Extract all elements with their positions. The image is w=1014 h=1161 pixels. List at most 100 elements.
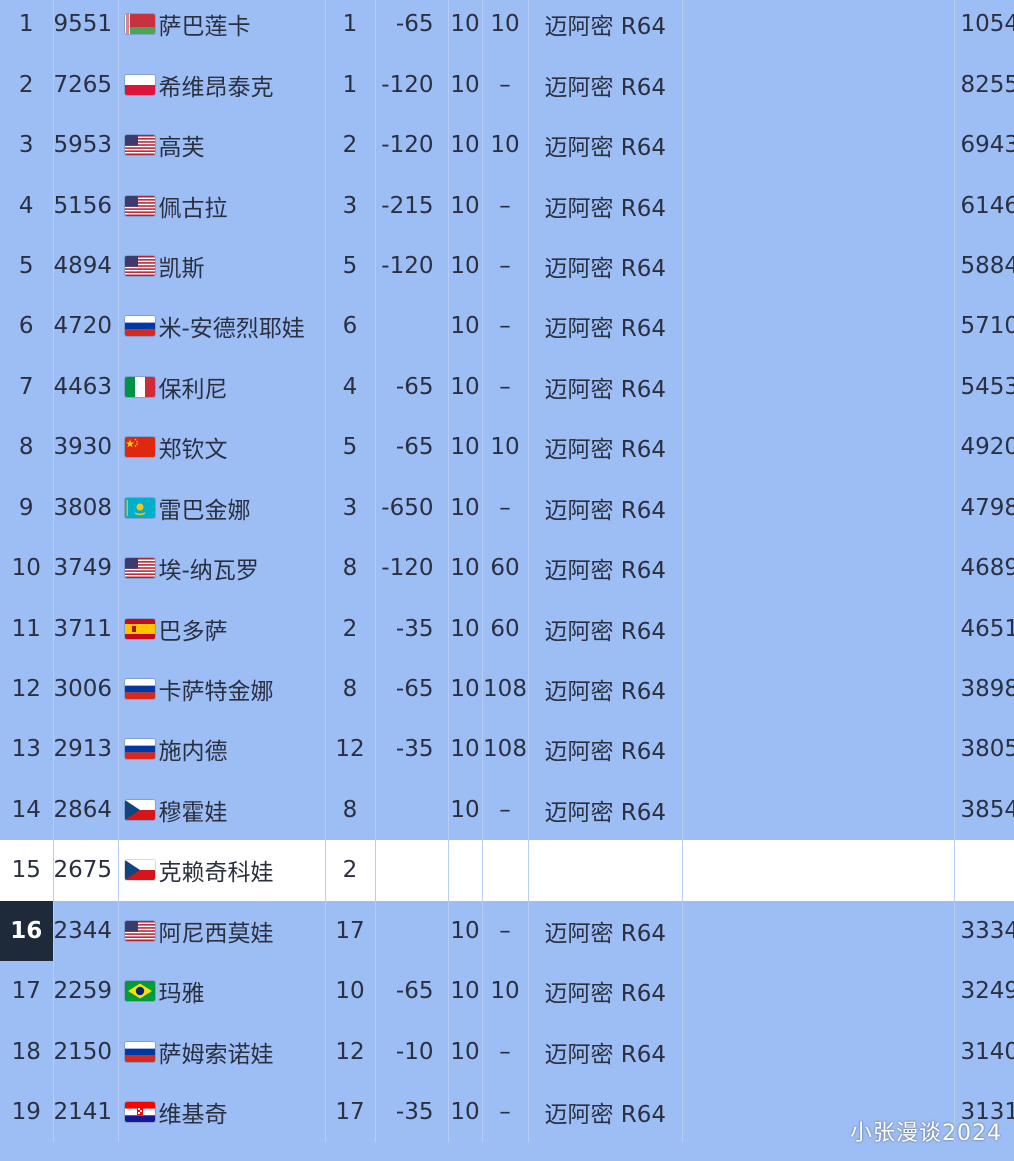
next-round-points-cell: 10 (482, 961, 529, 1022)
points-cell: 3006 (53, 658, 119, 720)
played-cell: 4 (325, 356, 376, 418)
next-round-points-cell: 10 (482, 0, 529, 55)
empty-cell (682, 477, 955, 538)
drop-points-cell: -65 (375, 658, 449, 720)
points-cell: 2913 (53, 719, 119, 780)
rankings-table-body: 19551萨巴莲卡1-651010迈阿密 R641054127265希维昂泰克1… (0, 0, 1014, 1143)
usa-flag-graphic (124, 195, 155, 216)
rank-cell: 12 (0, 658, 54, 720)
poland-flag-graphic (124, 74, 155, 95)
round-points-cell: 10 (448, 719, 483, 780)
watermark: 小张漫谈2024 (850, 1121, 1002, 1146)
player-name: 巴多萨 (158, 618, 228, 645)
current-round-cell: 迈阿密 R64 (528, 296, 683, 357)
live-total-cell: 6943 (954, 114, 1014, 176)
player-name-cell: 保利尼 (118, 356, 326, 418)
next-round-points-cell: 10 (482, 417, 529, 478)
played-cell: 17 (325, 1081, 376, 1143)
drop-points-cell: -65 (375, 356, 449, 418)
live-total-cell: 5453 (954, 356, 1014, 418)
points-cell: 4720 (53, 296, 119, 357)
round-points-cell: 10 (448, 356, 483, 418)
points-cell: 2864 (53, 779, 119, 841)
points-cell: 2344 (53, 900, 119, 961)
drop-points-cell: -65 (375, 961, 449, 1022)
empty-cell (682, 54, 955, 115)
round-points-cell: 10 (448, 961, 483, 1022)
rank-cell: 14 (0, 779, 54, 841)
drop-points-cell (375, 296, 449, 357)
next-round-points-cell: – (482, 779, 529, 841)
player-name-cell: 佩古拉 (118, 175, 326, 236)
current-round-cell: 迈阿密 R64 (528, 417, 683, 478)
table-row: 3 5953 高芙 2 -120 10 10 迈阿密 R64 6943 (0, 114, 1014, 176)
player-name-cell: 卡萨特金娜 (118, 658, 326, 720)
player-name: 希维昂泰克 (158, 74, 274, 101)
live-total-cell: 3249 (954, 961, 1014, 1022)
points-cell: 4463 (53, 356, 119, 418)
points-cell: 7265 (53, 54, 119, 115)
current-round-cell: 迈阿密 R64 (528, 658, 683, 720)
player-name-cell: 施内德 (118, 719, 326, 780)
empty-cell (682, 175, 955, 236)
player-name: 郑钦文 (158, 437, 228, 464)
russia-flag-icon (124, 679, 155, 700)
drop-points-cell: -35 (375, 1081, 449, 1143)
current-round-cell: 迈阿密 R64 (528, 961, 683, 1022)
live-total-cell: 4651 (954, 598, 1014, 659)
drop-points-cell (375, 900, 449, 961)
table-row: 14 2864 穆霍娃 8 10– 迈阿密 R64 3854 (0, 779, 1014, 841)
usa-flag-icon (124, 920, 155, 941)
live-total-cell: 5710 (954, 296, 1014, 357)
current-round-cell: 迈阿密 R64 (528, 235, 683, 297)
next-round-points-cell: 108 (482, 719, 529, 780)
empty-cell (682, 537, 955, 599)
live-total-cell: 3140 (954, 1021, 1014, 1082)
empty-cell (682, 900, 955, 961)
empty-cell (682, 417, 955, 478)
russia-flag-graphic (124, 739, 155, 760)
rank-cell: 19 (0, 1081, 54, 1143)
usa-flag-graphic (124, 920, 155, 941)
drop-points-cell: -215 (375, 175, 449, 236)
brazil-flag-icon (124, 981, 155, 1002)
empty-cell (682, 114, 955, 176)
player-name-cell: 米-安德烈耶娃 (118, 296, 326, 357)
rank-cell: 5 (0, 235, 54, 297)
rank-cell: 1 (0, 0, 54, 55)
table-row: 10 3749 埃-纳瓦罗 8 -120 10 60 迈阿密 R64 4689 (0, 537, 1014, 599)
played-cell: 8 (325, 779, 376, 841)
live-total-cell: 4920 (954, 417, 1014, 478)
round-points-cell: 10 (448, 296, 483, 357)
player-name-cell: 凯斯 (118, 235, 326, 297)
rank-cell: 9 (0, 477, 54, 538)
rank-cell: 8 (0, 417, 54, 478)
empty-cell (682, 296, 955, 357)
current-round-cell: 迈阿密 R64 (528, 175, 683, 236)
round-points-cell: 10 (448, 537, 483, 599)
player-name: 萨姆索诺娃 (158, 1041, 274, 1068)
drop-points-cell: -10 (375, 1021, 449, 1082)
points-cell: 3749 (53, 537, 119, 599)
player-name: 佩古拉 (158, 195, 228, 222)
table-row: 2 7265 希维昂泰克 1 -120 10– 迈阿密 R64 8255 (0, 54, 1014, 115)
played-cell: 3 (325, 477, 376, 538)
rank-cell: 4 (0, 175, 54, 236)
points-cell: 5953 (53, 114, 119, 176)
player-name: 阿尼西莫娃 (158, 920, 274, 947)
drop-points-cell: -65 (375, 417, 449, 478)
table-row: 17 2259 玛雅 10 -65 10 10 迈阿密 R64 3249 (0, 961, 1014, 1022)
live-total-cell: 4798 (954, 477, 1014, 538)
czech-flag-icon (124, 799, 155, 820)
player-name: 维基奇 (158, 1102, 228, 1129)
player-name-cell: 希维昂泰克 (118, 54, 326, 115)
points-cell: 5156 (53, 175, 119, 236)
played-cell: 8 (325, 537, 376, 599)
czech-flag-graphic (124, 860, 155, 881)
usa-flag-icon (124, 255, 155, 276)
played-cell: 2 (325, 114, 376, 176)
player-name-cell: 雷巴金娜 (118, 477, 326, 538)
player-name: 萨巴莲卡 (158, 14, 251, 41)
played-cell: 2 (325, 598, 376, 659)
player-name-cell: 萨巴莲卡 (118, 0, 326, 55)
